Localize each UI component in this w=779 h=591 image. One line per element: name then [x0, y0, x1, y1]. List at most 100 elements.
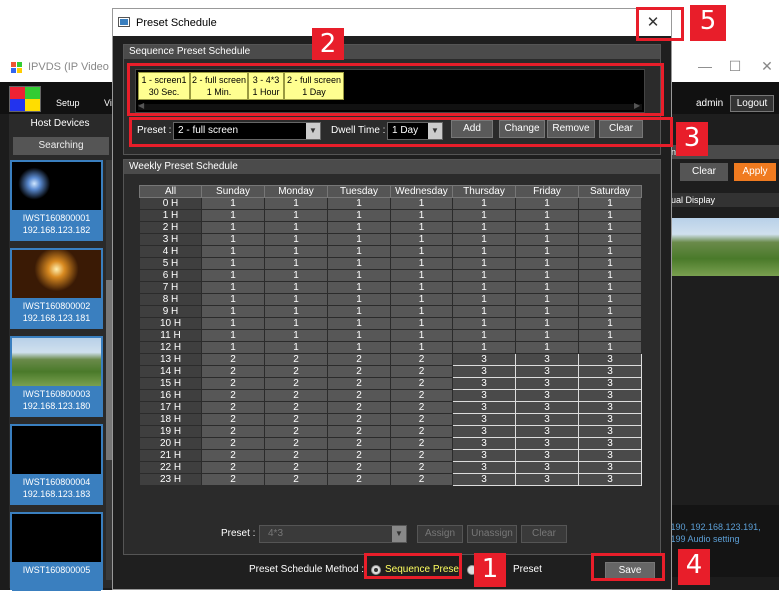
schedule-cell[interactable]: 1 — [452, 329, 516, 342]
grid-column-header[interactable]: Sunday — [201, 185, 265, 198]
schedule-cell[interactable]: 1 — [327, 197, 391, 210]
hour-label[interactable]: 16 H — [139, 389, 202, 402]
device-tile[interactable]: IWST160800003 192.168.123.180 — [10, 336, 103, 417]
schedule-cell[interactable]: 2 — [327, 353, 391, 366]
weekly-preset-select[interactable]: 4*3 ▼ — [259, 525, 407, 543]
schedule-cell[interactable]: 2 — [201, 449, 265, 462]
assign-button[interactable]: Assign — [417, 525, 463, 543]
schedule-cell[interactable]: 3 — [452, 461, 516, 474]
app-close-button[interactable]: ✕ — [757, 58, 777, 75]
schedule-cell[interactable]: 3 — [515, 389, 579, 402]
schedule-cell[interactable]: 3 — [515, 473, 579, 486]
maximize-button[interactable]: ☐ — [725, 58, 745, 75]
schedule-cell[interactable]: 1 — [578, 281, 642, 294]
schedule-cell[interactable]: 2 — [327, 461, 391, 474]
schedule-cell[interactable]: 1 — [578, 329, 642, 342]
schedule-cell[interactable]: 1 — [452, 305, 516, 318]
schedule-cell[interactable]: 1 — [515, 329, 579, 342]
schedule-cell[interactable]: 1 — [390, 317, 453, 330]
hour-label[interactable]: 0 H — [139, 197, 202, 210]
hour-label[interactable]: 5 H — [139, 257, 202, 270]
weekly-clear-button[interactable]: Clear — [521, 525, 567, 543]
hour-label[interactable]: 17 H — [139, 401, 202, 414]
schedule-cell[interactable]: 3 — [578, 425, 642, 438]
hour-label[interactable]: 12 H — [139, 341, 202, 354]
app-logo[interactable] — [9, 86, 41, 112]
schedule-cell[interactable]: 2 — [327, 365, 391, 378]
schedule-cell[interactable]: 2 — [264, 461, 328, 474]
schedule-cell[interactable]: 2 — [201, 413, 265, 426]
schedule-cell[interactable]: 3 — [452, 425, 516, 438]
schedule-cell[interactable]: 2 — [264, 473, 328, 486]
schedule-cell[interactable]: 2 — [327, 449, 391, 462]
schedule-cell[interactable]: 2 — [390, 437, 453, 450]
schedule-cell[interactable]: 2 — [201, 401, 265, 414]
hour-label[interactable]: 21 H — [139, 449, 202, 462]
schedule-cell[interactable]: 1 — [452, 281, 516, 294]
hour-label[interactable]: 1 H — [139, 209, 202, 222]
schedule-cell[interactable]: 2 — [390, 377, 453, 390]
schedule-cell[interactable]: 1 — [201, 233, 265, 246]
hour-label[interactable]: 9 H — [139, 305, 202, 318]
schedule-cell[interactable]: 1 — [264, 341, 328, 354]
hour-label[interactable]: 22 H — [139, 461, 202, 474]
schedule-cell[interactable]: 1 — [390, 281, 453, 294]
schedule-cell[interactable]: 2 — [327, 437, 391, 450]
schedule-cell[interactable]: 1 — [515, 317, 579, 330]
schedule-cell[interactable]: 1 — [390, 329, 453, 342]
schedule-cell[interactable]: 2 — [390, 389, 453, 402]
schedule-cell[interactable]: 3 — [515, 353, 579, 366]
schedule-cell[interactable]: 1 — [390, 209, 453, 222]
schedule-cell[interactable]: 2 — [201, 437, 265, 450]
schedule-cell[interactable]: 3 — [515, 377, 579, 390]
schedule-cell[interactable]: 3 — [578, 449, 642, 462]
weekly-schedule-grid[interactable]: All Sunday Monday Tuesday Wednesday Thursday F… — [139, 185, 642, 486]
menu-view[interactable]: Vi — [104, 98, 112, 108]
schedule-cell[interactable]: 1 — [578, 317, 642, 330]
schedule-cell[interactable]: 2 — [327, 401, 391, 414]
schedule-cell[interactable]: 1 — [201, 221, 265, 234]
schedule-cell[interactable]: 3 — [578, 437, 642, 450]
schedule-cell[interactable]: 1 — [201, 269, 265, 282]
schedule-cell[interactable]: 1 — [452, 317, 516, 330]
schedule-cell[interactable]: 2 — [390, 461, 453, 474]
schedule-cell[interactable]: 3 — [515, 437, 579, 450]
grid-column-header[interactable]: Friday — [515, 185, 579, 198]
schedule-cell[interactable]: 1 — [515, 341, 579, 354]
hour-label[interactable]: 23 H — [139, 473, 202, 486]
schedule-cell[interactable]: 3 — [578, 401, 642, 414]
schedule-cell[interactable]: 1 — [201, 197, 265, 210]
schedule-cell[interactable]: 1 — [452, 197, 516, 210]
schedule-cell[interactable]: 1 — [264, 197, 328, 210]
hour-label[interactable]: 3 H — [139, 233, 202, 246]
searching-button[interactable]: Searching — [13, 137, 109, 155]
hour-label[interactable]: 6 H — [139, 269, 202, 282]
schedule-cell[interactable]: 1 — [327, 293, 391, 306]
schedule-cell[interactable]: 1 — [201, 317, 265, 330]
minimize-button[interactable]: — — [695, 58, 715, 74]
preset-option[interactable]: Preset — [513, 564, 542, 575]
schedule-cell[interactable]: 2 — [264, 413, 328, 426]
schedule-cell[interactable]: 1 — [515, 245, 579, 258]
schedule-cell[interactable]: 1 — [578, 233, 642, 246]
schedule-cell[interactable]: 2 — [264, 401, 328, 414]
schedule-cell[interactable]: 1 — [390, 341, 453, 354]
device-tile[interactable]: IWST160800002 192.168.123.181 — [10, 248, 103, 329]
schedule-cell[interactable]: 2 — [327, 425, 391, 438]
schedule-cell[interactable]: 1 — [452, 233, 516, 246]
hour-label[interactable]: 7 H — [139, 281, 202, 294]
schedule-cell[interactable]: 1 — [264, 305, 328, 318]
schedule-cell[interactable]: 2 — [327, 389, 391, 402]
schedule-cell[interactable]: 3 — [452, 353, 516, 366]
schedule-cell[interactable]: 2 — [201, 377, 265, 390]
schedule-cell[interactable]: 2 — [327, 473, 391, 486]
schedule-cell[interactable]: 1 — [515, 209, 579, 222]
schedule-cell[interactable]: 1 — [264, 293, 328, 306]
hour-label[interactable]: 20 H — [139, 437, 202, 450]
schedule-cell[interactable]: 1 — [264, 317, 328, 330]
schedule-cell[interactable]: 3 — [452, 389, 516, 402]
schedule-cell[interactable]: 1 — [452, 209, 516, 222]
hour-label[interactable]: 4 H — [139, 245, 202, 258]
schedule-cell[interactable]: 2 — [390, 401, 453, 414]
schedule-cell[interactable]: 1 — [390, 269, 453, 282]
